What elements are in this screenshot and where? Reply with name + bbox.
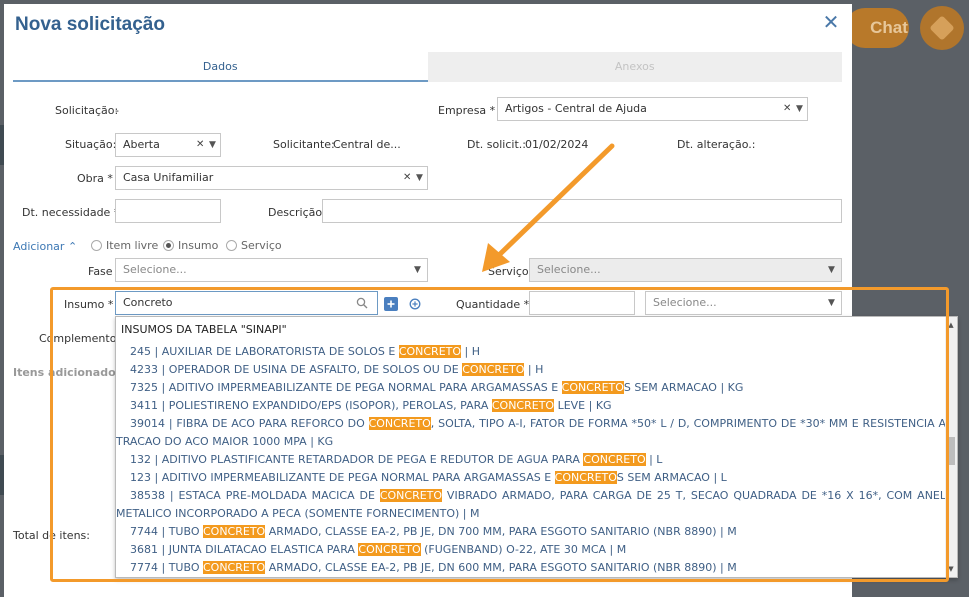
fase-select[interactable]: Selecione... ▼ [115,258,428,282]
quantidade-label: Quantidade * [456,298,530,311]
radio-insumo[interactable]: Insumo [163,239,218,252]
clear-icon[interactable]: ✕ [196,134,204,156]
suggestion-item[interactable]: 39014 | FIBRA DE ACO PARA REFORCO DO CON… [116,415,946,451]
suggestion-item[interactable]: 7325 | ADITIVO IMPERMEABILIZANTE DE PEGA… [116,379,946,397]
insumo-value: Concreto [123,296,173,309]
servico-placeholder: Selecione... [537,263,601,276]
chevron-down-icon[interactable]: ▼ [828,259,835,281]
dt-necessidade-input[interactable] [115,199,221,223]
zoom-insumo-button[interactable] [408,297,422,311]
search-match-highlight: CONCRETO [491,399,555,412]
dropdown-scrollbar[interactable]: ▲ ▼ [945,317,957,577]
suggestion-item[interactable]: 123 | ADITIVO IMPERMEABILIZANTE DE PEGA … [116,469,946,487]
radio-item-livre[interactable]: Item livre [91,239,158,252]
dt-solicit-label: Dt. solicit.: [467,138,526,151]
plus-icon [387,300,395,308]
close-icon[interactable]: ✕ [821,12,841,32]
search-match-highlight: CONCRETO [554,471,617,484]
obra-value: Casa Unifamiliar [123,171,214,184]
empresa-label: Empresa * [438,104,496,117]
insumo-label: Insumo * [64,298,114,311]
magnify-plus-icon [409,298,420,309]
servico-select[interactable]: Selecione... ▼ [529,258,842,282]
search-match-highlight: CONCRETO [202,525,266,538]
complemento-label: Complemento [39,332,117,345]
solicitacao-label: Solicitação: [55,104,119,117]
suggestion-item[interactable]: 3411 | POLIESTIRENO EXPANDIDO/EPS (ISOPO… [116,397,946,415]
suggestion-item[interactable]: 7744 | TUBO CONCRETO ARMADO, CLASSE EA-2… [116,523,946,541]
obra-label: Obra * [77,172,113,185]
suggestion-item[interactable]: 38538 | ESTACA PRE-MOLDADA MACICA DE CON… [116,487,946,523]
insumo-search-input[interactable]: Concreto [115,291,378,315]
radio-icon [226,240,237,251]
chevron-down-icon[interactable]: ▼ [828,292,835,314]
obra-select[interactable]: Casa Unifamiliar ✕ ▼ [115,166,428,190]
chat-button[interactable]: Chat [845,8,909,48]
suggestion-item[interactable]: 4233 | OPERADOR DE USINA DE ASFALTO, DE … [116,361,946,379]
tab-bar: Dados Anexos [13,52,842,82]
fase-placeholder: Selecione... [123,263,187,276]
itens-adicionados-label: Itens adicionados [13,366,123,379]
suggestion-item[interactable]: 245 | AUXILIAR DE LABORATORISTA DE SOLOS… [116,343,946,361]
suggestion-item[interactable]: 7774 | TUBO CONCRETO ARMADO, CLASSE EA-2… [116,559,946,577]
descricao-input[interactable] [322,199,842,223]
dt-solicit-value: 01/02/2024 [525,138,589,151]
unidade-select[interactable]: Selecione... ▼ [645,291,842,315]
fase-label: Fase [88,265,113,278]
search-match-highlight: CONCRETO [398,345,462,358]
descricao-label: Descrição [268,206,323,219]
insumo-suggestions-dropdown: INSUMOS DA TABELA "SINAPI" 245 | AUXILIA… [115,316,958,578]
scroll-down-icon[interactable]: ▼ [945,563,957,575]
search-icon[interactable] [356,292,368,314]
radio-servico[interactable]: Serviço [226,239,282,252]
dt-necessidade-label: Dt. necessidade * [22,206,120,219]
chevron-down-icon[interactable]: ▼ [414,259,421,281]
dropdown-group-title: INSUMOS DA TABELA "SINAPI" [121,323,287,336]
search-match-highlight: CONCRETO [561,381,624,394]
empresa-select[interactable]: Artigos - Central de Ajuda ✕ ▼ [497,97,808,121]
search-match-highlight: CONCRETO [202,561,266,574]
add-insumo-button[interactable] [384,297,398,311]
clear-icon[interactable]: ✕ [403,167,411,189]
servico-label: Serviço [488,265,529,278]
situacao-value: Aberta [123,138,160,151]
search-match-highlight: CONCRETO [368,417,431,430]
scrollbar-thumb[interactable] [947,437,955,465]
search-match-highlight: CONCRETO [462,363,525,376]
empresa-value: Artigos - Central de Ajuda [505,102,647,115]
chevron-down-icon[interactable]: ▼ [796,98,803,120]
scroll-up-icon[interactable]: ▲ [945,319,957,331]
suggestion-item[interactable]: 3681 | JUNTA DILATACAO ELASTICA PARA CON… [116,541,946,559]
solicitacao-value: - [115,104,119,117]
situacao-select[interactable]: Aberta ✕ ▼ [115,133,221,157]
modal-title: Nova solicitação [15,14,165,35]
search-match-highlight: CONCRETO [583,453,646,466]
app-logo-icon [920,6,964,50]
quantidade-input[interactable] [529,291,635,315]
solicitante-value: Central de... [333,138,401,151]
dt-alteracao-label: Dt. alteração.: [677,138,756,151]
radio-icon [91,240,102,251]
suggestion-item[interactable]: 132 | ADITIVO PLASTIFICANTE RETARDADOR D… [116,451,946,469]
search-match-highlight: CONCRETO [379,489,443,502]
chevron-down-icon[interactable]: ▼ [209,134,216,156]
search-match-highlight: CONCRETO [358,543,421,556]
chevron-up-icon: ⌃ [67,240,78,253]
clear-icon[interactable]: ✕ [783,98,791,120]
radio-selected-icon [163,240,174,251]
solicitante-label: Solicitante: [273,138,335,151]
unidade-placeholder: Selecione... [653,296,717,309]
chevron-down-icon[interactable]: ▼ [416,167,423,189]
adicionar-toggle[interactable]: Adicionar ⌃ [13,240,77,253]
total-itens-label: Total de itens: [13,529,90,542]
tab-dados[interactable]: Dados [13,52,428,82]
situacao-label: Situação: [65,138,117,151]
tab-anexos[interactable]: Anexos [427,52,842,82]
suggestions-list: 245 | AUXILIAR DE LABORATORISTA DE SOLOS… [116,343,946,577]
